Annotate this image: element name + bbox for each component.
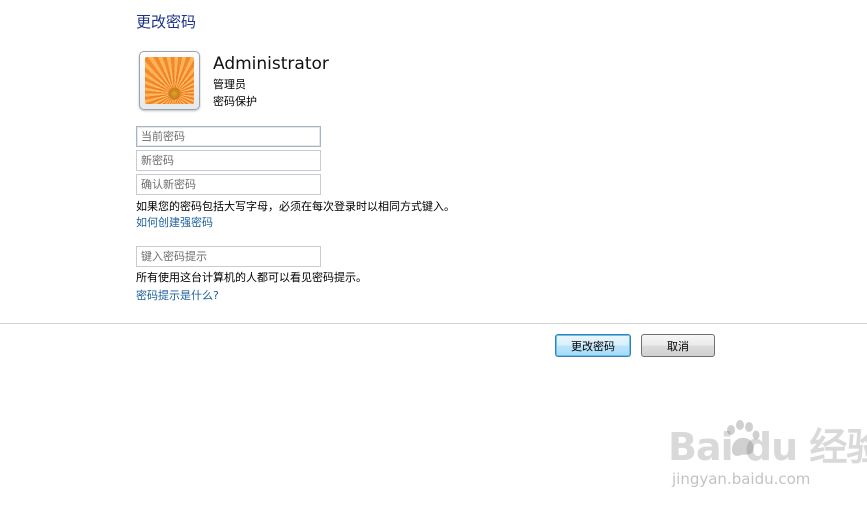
confirm-password-input[interactable] [136,174,321,195]
watermark-url: jingyan.baidu.com [672,470,811,488]
cancel-button[interactable]: 取消 [641,334,715,357]
flower-picture-icon [145,57,194,104]
avatar [139,51,200,110]
new-password-input[interactable] [136,150,321,171]
change-password-button[interactable]: 更改密码 [555,334,631,357]
user-role: 管理员 [213,78,246,91]
baidu-jingyan-watermark: Bai du 经验 jingyan.baidu.com [668,416,867,496]
user-protection-status: 密码保护 [213,95,257,108]
password-hint-input[interactable] [136,246,321,267]
paw-icon [727,420,760,456]
strong-password-link[interactable]: 如何创建强密码 [136,214,213,230]
page-title: 更改密码 [136,13,197,31]
user-name: Administrator [213,54,329,74]
what-is-hint-link[interactable]: 密码提示是什么? [136,287,219,303]
hint-visibility-note: 所有使用这台计算机的人都可以看见密码提示。 [136,271,367,284]
watermark-brand: Bai du 经验 [668,425,867,469]
caps-lock-note: 如果您的密码包括大写字母，必须在每次登录时以相同方式键入。 [136,200,455,213]
current-password-input[interactable] [136,126,321,147]
divider [0,323,867,324]
